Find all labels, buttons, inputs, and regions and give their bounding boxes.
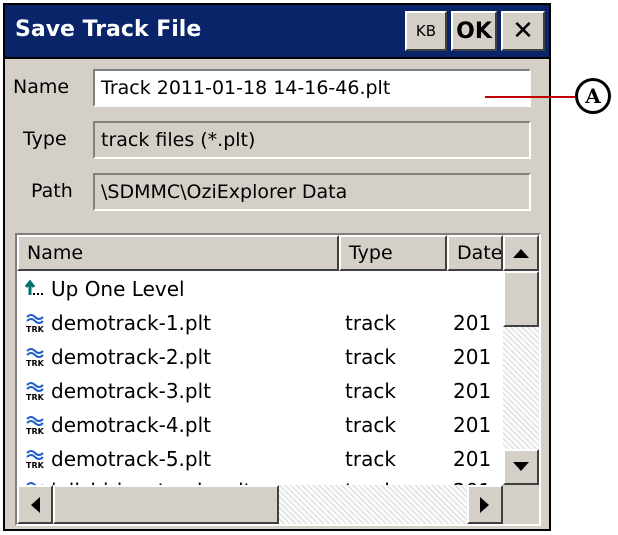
trk-file-icon: TRK <box>25 413 47 435</box>
file-date: 201 <box>453 345 492 369</box>
file-date: 201 <box>453 413 492 437</box>
file-date: 201 <box>453 379 492 403</box>
file-name: demotrack-5.plt <box>51 447 212 471</box>
file-date: 201 <box>453 447 492 471</box>
svg-text:TRK: TRK <box>26 427 45 435</box>
list-item[interactable]: TRK demotrack-5.plt track 201 <box>17 445 503 477</box>
arrow-right-icon <box>480 496 489 513</box>
up-one-level-row[interactable]: Up One Level <box>17 275 503 307</box>
type-field: track files (*.plt) <box>93 121 531 159</box>
svg-text:TRK: TRK <box>26 393 45 401</box>
trk-file-icon: TRK <box>25 311 47 333</box>
list-item[interactable]: TRK demotrack-4.plt track 201 <box>17 411 503 443</box>
file-name: demotrack-4.plt <box>51 413 212 437</box>
callout-marker: A <box>575 78 611 114</box>
dialog-title: Save Track File <box>15 17 202 42</box>
path-field: \SDMMC\OziExplorer Data <box>93 173 531 211</box>
ok-button[interactable]: OK <box>451 11 497 51</box>
file-type: track <box>345 379 396 403</box>
path-label: Path <box>31 180 73 202</box>
list-item[interactable]: TRK demotrack-1.plt track 201 <box>17 309 503 341</box>
arrow-up-icon <box>513 249 529 258</box>
file-type: track <box>345 345 396 369</box>
name-label: Name <box>13 76 70 98</box>
svg-text:TRK: TRK <box>26 461 45 469</box>
file-name: demotrack-3.plt <box>51 379 212 403</box>
scroll-left-button[interactable] <box>17 485 53 524</box>
file-name: demotrack-2.plt <box>51 345 212 369</box>
horizontal-scroll-thumb[interactable] <box>53 485 279 524</box>
file-list: Name Type Date Up One Level TRK demotrack… <box>15 233 541 526</box>
trk-file-icon: TRK <box>25 447 47 469</box>
keyboard-button[interactable]: KB <box>405 11 447 51</box>
column-header-name[interactable]: Name <box>17 235 339 271</box>
vertical-scroll-thumb[interactable] <box>503 271 539 327</box>
type-label: Type <box>23 128 67 150</box>
name-field[interactable]: Track 2011-01-18 14-16-46.plt <box>93 69 531 107</box>
scroll-up-button[interactable] <box>503 235 539 271</box>
scroll-down-button[interactable] <box>503 449 539 485</box>
title-bar: Save Track File KB OK ✕ <box>5 5 549 59</box>
trk-file-icon: TRK <box>25 379 47 401</box>
svg-text:TRK: TRK <box>26 359 45 367</box>
list-item[interactable]: TRK demotrack-2.plt track 201 <box>17 343 503 375</box>
up-one-level-label: Up One Level <box>51 277 185 301</box>
vertical-scrollbar[interactable] <box>503 235 539 485</box>
scrollbar-corner <box>503 485 539 524</box>
column-header-date[interactable]: Date <box>447 235 503 271</box>
file-type: track <box>345 413 396 437</box>
up-level-icon <box>25 277 47 299</box>
horizontal-scrollbar[interactable] <box>17 485 503 524</box>
svg-text:TRK: TRK <box>26 325 45 333</box>
file-type: track <box>345 311 396 335</box>
file-date: 201 <box>453 311 492 335</box>
list-item[interactable]: TRK demotrack-3.plt track 201 <box>17 377 503 409</box>
save-track-dialog: Save Track File KB OK ✕ Name Track 2011-… <box>3 3 551 531</box>
trk-file-icon: TRK <box>25 345 47 367</box>
file-name: demotrack-1.plt <box>51 311 212 335</box>
column-header-type[interactable]: Type <box>339 235 447 271</box>
close-button[interactable]: ✕ <box>501 11 545 51</box>
file-type: track <box>345 447 396 471</box>
callout-line <box>485 96 575 98</box>
scroll-right-button[interactable] <box>467 485 503 524</box>
arrow-left-icon <box>31 496 40 513</box>
arrow-down-icon <box>513 462 529 471</box>
